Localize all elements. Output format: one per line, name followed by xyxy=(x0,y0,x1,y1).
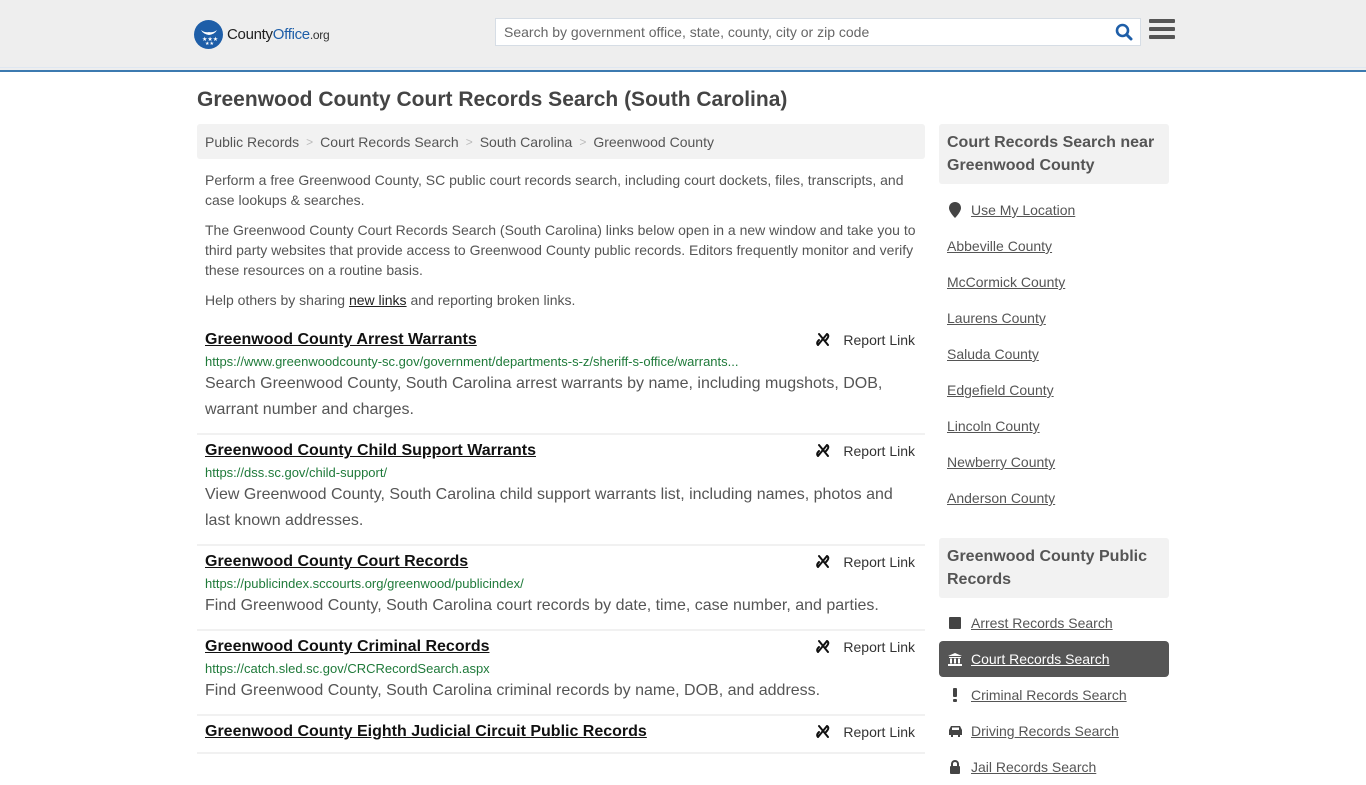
intro-paragraph-3: Help others by sharing new links and rep… xyxy=(205,292,576,308)
result-description: View Greenwood County, South Carolina ch… xyxy=(205,486,893,529)
result-item: Greenwood County Court Records Report Li… xyxy=(197,546,925,631)
square-icon xyxy=(947,617,963,629)
intro-paragraph-1: Perform a free Greenwood County, SC publ… xyxy=(205,172,904,208)
search-bar xyxy=(495,18,1141,46)
sidebar-item-jail-records[interactable]: Jail Records Search xyxy=(947,749,1169,785)
breadcrumb-court-records-search[interactable]: Court Records Search xyxy=(320,134,459,150)
svg-text:★★: ★★ xyxy=(205,41,214,46)
breadcrumb-separator: > xyxy=(579,134,587,149)
broken-link-icon xyxy=(816,444,830,457)
sidebar-item-arrest-records[interactable]: Arrest Records Search xyxy=(947,605,1169,641)
use-my-location-link[interactable]: Use My Location xyxy=(971,202,1075,218)
intro-paragraph-2: The Greenwood County Court Records Searc… xyxy=(205,222,916,278)
nearby-county-item[interactable]: Abbeville County xyxy=(947,228,1169,264)
broken-link-icon xyxy=(816,640,830,653)
use-my-location-item[interactable]: Use My Location xyxy=(947,192,1169,228)
site-header: ★★★ ★★ CountyOffice.org xyxy=(0,0,1366,72)
report-link-button[interactable]: Report Link xyxy=(815,554,915,570)
breadcrumb-south-carolina[interactable]: South Carolina xyxy=(480,134,573,150)
result-item: Greenwood County Child Support Warrants … xyxy=(197,435,925,546)
county-link[interactable]: Newberry County xyxy=(947,454,1055,470)
public-records-heading: Greenwood County Public Records xyxy=(939,538,1169,598)
county-link[interactable]: Abbeville County xyxy=(947,238,1052,254)
result-description: Search Greenwood County, South Carolina … xyxy=(205,375,883,418)
nearby-county-item[interactable]: Saluda County xyxy=(947,336,1169,372)
result-title-link[interactable]: Greenwood County Court Records xyxy=(205,552,468,572)
map-marker-icon xyxy=(947,202,963,218)
result-url: https://www.greenwoodcounty-sc.gov/gover… xyxy=(205,354,739,369)
sidebar-item-criminal-records[interactable]: Criminal Records Search xyxy=(947,677,1169,713)
county-link[interactable]: Edgefield County xyxy=(947,382,1054,398)
hamburger-menu-icon[interactable] xyxy=(1149,19,1175,43)
exclamation-icon xyxy=(947,688,963,702)
nearby-county-item[interactable]: McCormick County xyxy=(947,264,1169,300)
county-link[interactable]: Anderson County xyxy=(947,490,1055,506)
county-link[interactable]: McCormick County xyxy=(947,274,1065,290)
search-button[interactable] xyxy=(1108,19,1140,45)
breadcrumb-separator: > xyxy=(465,134,473,149)
breadcrumb-public-records[interactable]: Public Records xyxy=(205,134,299,150)
nearby-county-item[interactable]: Anderson County xyxy=(947,480,1169,516)
result-description: Find Greenwood County, South Carolina co… xyxy=(205,597,879,614)
nearby-county-item[interactable]: Lincoln County xyxy=(947,408,1169,444)
result-description: Find Greenwood County, South Carolina cr… xyxy=(205,682,821,699)
nearby-heading: Court Records Search near Greenwood Coun… xyxy=(939,124,1169,184)
nearby-county-list: Use My Location Abbeville County McCormi… xyxy=(947,192,1169,516)
report-link-button[interactable]: Report Link xyxy=(815,443,915,459)
broken-link-icon xyxy=(816,333,830,346)
result-url: https://publicindex.sccourts.org/greenwo… xyxy=(205,576,524,591)
results-list: Greenwood County Arrest Warrants Report … xyxy=(197,324,925,754)
report-link-button[interactable]: Report Link xyxy=(815,639,915,655)
county-link[interactable]: Lincoln County xyxy=(947,418,1040,434)
sidebar-item-driving-records[interactable]: Driving Records Search xyxy=(947,713,1169,749)
county-link[interactable]: Saluda County xyxy=(947,346,1039,362)
search-icon xyxy=(1115,23,1133,41)
breadcrumb: Public Records > Court Records Search > … xyxy=(197,124,925,159)
breadcrumb-greenwood-county[interactable]: Greenwood County xyxy=(593,134,714,150)
site-logo[interactable]: ★★★ ★★ CountyOffice.org xyxy=(194,20,330,49)
intro-text: Perform a free Greenwood County, SC publ… xyxy=(205,170,921,320)
county-link[interactable]: Laurens County xyxy=(947,310,1046,326)
result-title-link[interactable]: Greenwood County Child Support Warrants xyxy=(205,441,536,461)
result-url: https://catch.sled.sc.gov/CRCRecordSearc… xyxy=(205,661,490,676)
lock-icon xyxy=(947,760,963,774)
breadcrumb-separator: > xyxy=(306,134,314,149)
courthouse-icon xyxy=(947,652,963,666)
result-item: Greenwood County Arrest Warrants Report … xyxy=(197,324,925,435)
result-item: Greenwood County Eighth Judicial Circuit… xyxy=(197,716,925,754)
car-icon xyxy=(947,725,963,737)
sidebar-item-court-records[interactable]: Court Records Search xyxy=(939,641,1169,677)
search-input[interactable] xyxy=(496,19,1108,45)
public-records-list: Arrest Records Search Court Records Sear… xyxy=(939,605,1169,785)
result-title-link[interactable]: Greenwood County Arrest Warrants xyxy=(205,330,477,350)
broken-link-icon xyxy=(816,725,830,738)
nearby-county-item[interactable]: Laurens County xyxy=(947,300,1169,336)
nearby-county-item[interactable]: Newberry County xyxy=(947,444,1169,480)
report-link-button[interactable]: Report Link xyxy=(815,724,915,740)
result-url: https://dss.sc.gov/child-support/ xyxy=(205,465,388,480)
broken-link-icon xyxy=(816,555,830,568)
eagle-logo-icon: ★★★ ★★ xyxy=(194,20,223,49)
logo-text: CountyOffice.org xyxy=(227,26,330,43)
result-title-link[interactable]: Greenwood County Eighth Judicial Circuit… xyxy=(205,722,647,742)
new-links-link[interactable]: new links xyxy=(349,292,407,308)
nearby-county-item[interactable]: Edgefield County xyxy=(947,372,1169,408)
page-title: Greenwood County Court Records Search (S… xyxy=(197,88,788,111)
report-link-button[interactable]: Report Link xyxy=(815,332,915,348)
result-title-link[interactable]: Greenwood County Criminal Records xyxy=(205,637,489,657)
result-item: Greenwood County Criminal Records Report… xyxy=(197,631,925,716)
